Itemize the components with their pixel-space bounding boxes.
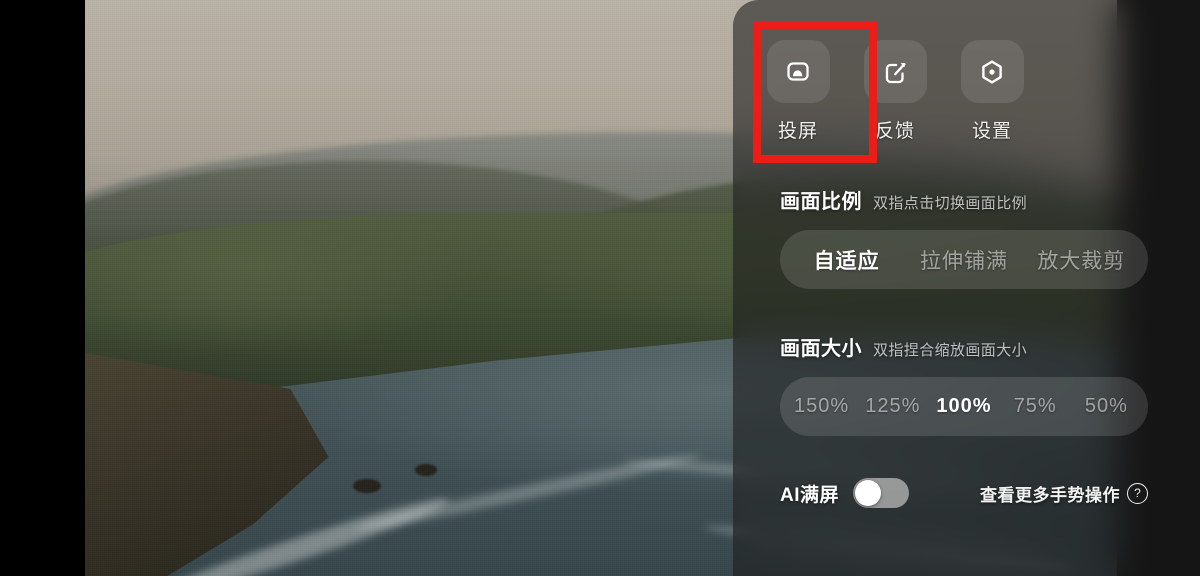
cast-screen-icon bbox=[782, 56, 814, 88]
aspect-ratio-hint: 双指点击切换画面比例 bbox=[873, 195, 1028, 212]
settings-tile[interactable] bbox=[960, 40, 1024, 103]
quick-action-label: 设置 bbox=[971, 121, 1012, 142]
letterbox-bar-left bbox=[0, 0, 85, 576]
picture-size-title: 画面大小 bbox=[780, 338, 862, 360]
picture-size-option-50[interactable]: 50% bbox=[1071, 395, 1142, 418]
feedback-edit-icon bbox=[879, 56, 911, 88]
picture-size-option-125[interactable]: 125% bbox=[857, 395, 928, 418]
picture-size-option-150[interactable]: 150% bbox=[786, 395, 857, 418]
cast-tile[interactable] bbox=[766, 40, 830, 103]
settings-hexagon-icon bbox=[976, 56, 1008, 88]
feedback-tile[interactable] bbox=[863, 40, 927, 103]
aspect-ratio-section-header: 画面比例 双指点击切换画面比例 bbox=[780, 185, 1027, 214]
ai-fullscreen-toggle[interactable] bbox=[853, 478, 910, 508]
more-gestures-label: 查看更多手势操作 bbox=[980, 485, 1120, 505]
quick-action-label: 投屏 bbox=[777, 121, 818, 142]
quick-action-label: 反馈 bbox=[874, 121, 915, 142]
picture-size-segmented-control[interactable]: 150% 125% 100% 75% 50% bbox=[780, 377, 1148, 436]
aspect-ratio-segmented-control[interactable]: 自适应 拉伸铺满 放大裁剪 bbox=[780, 230, 1148, 289]
aspect-ratio-title: 画面比例 bbox=[780, 191, 862, 213]
panel-footer-row: AI满屏 查看更多手势操作 ? bbox=[780, 476, 1148, 510]
quick-action-row: 投屏 反馈 设置 bbox=[766, 40, 1024, 143]
quick-action-feedback[interactable]: 反馈 bbox=[863, 40, 927, 143]
more-gestures-link[interactable]: 查看更多手势操作 ? bbox=[980, 481, 1148, 506]
toggle-knob bbox=[855, 480, 882, 506]
shoreline-rock bbox=[353, 479, 382, 494]
quick-action-settings[interactable]: 设置 bbox=[960, 40, 1024, 143]
aspect-ratio-option-crop[interactable]: 放大裁剪 bbox=[1023, 245, 1140, 275]
picture-size-option-75[interactable]: 75% bbox=[1000, 395, 1071, 418]
aspect-ratio-option-stretch[interactable]: 拉伸铺满 bbox=[905, 245, 1022, 275]
question-circle-icon[interactable]: ? bbox=[1127, 482, 1148, 504]
ai-fullscreen-label: AI满屏 bbox=[780, 484, 840, 506]
picture-size-section-header: 画面大小 双指捏合缩放画面大小 bbox=[780, 332, 1027, 361]
screen-root: 投屏 反馈 设置 画面比例 双指点击切换画面比例 画面大小 双指捏合缩放画面大小… bbox=[0, 0, 1200, 576]
picture-size-option-100[interactable]: 100% bbox=[928, 395, 999, 418]
quick-action-cast[interactable]: 投屏 bbox=[766, 40, 830, 143]
aspect-ratio-option-fit[interactable]: 自适应 bbox=[788, 245, 905, 275]
shoreline-rock bbox=[415, 464, 438, 477]
picture-size-hint: 双指捏合缩放画面大小 bbox=[873, 342, 1028, 359]
